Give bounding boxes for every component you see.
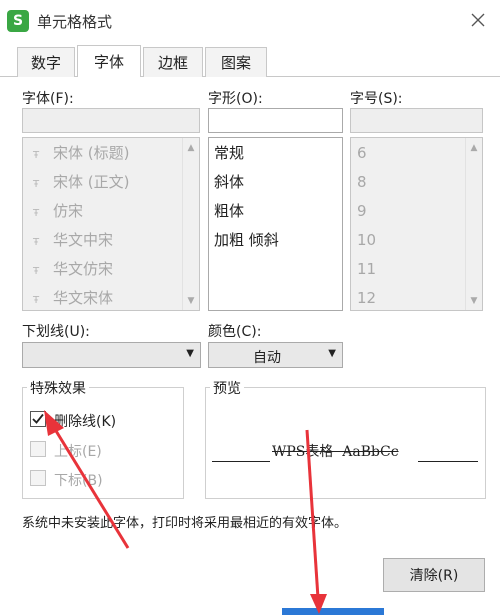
style-label: 字形(O): (208, 91, 263, 107)
wps-sheet-app-icon: S (7, 10, 29, 32)
clear-button[interactable]: 清除(R) (383, 558, 485, 592)
truetype-font-icon: Ŧ (32, 237, 40, 248)
truetype-font-icon: Ŧ (32, 208, 40, 219)
color-dropdown[interactable]: 自动 ▼ (208, 342, 343, 368)
truetype-font-icon: Ŧ (32, 150, 40, 161)
style-list-item[interactable]: 粗体 (214, 197, 244, 226)
dialog-title: 单元格格式 (37, 13, 113, 31)
font-list-item[interactable]: Ŧ 宋体 (正文) (29, 168, 130, 197)
strikethrough-label[interactable]: 删除线(K) (54, 411, 116, 431)
tab-number[interactable]: 数字 (17, 47, 75, 77)
underline-dropdown[interactable]: ▼ (22, 342, 201, 368)
dropdown-arrow-icon: ▼ (328, 348, 336, 359)
close-button[interactable] (464, 6, 492, 34)
font-list-item[interactable]: Ŧ 华文宋体 (29, 284, 113, 310)
superscript-checkbox[interactable] (30, 441, 46, 457)
style-list-item[interactable]: 斜体 (214, 168, 244, 197)
size-list-item[interactable]: 9 (357, 197, 367, 226)
preview-baseline-right (418, 461, 478, 462)
size-list[interactable]: 6 8 9 10 11 12 ▲ ▼ (350, 137, 483, 311)
subscript-checkbox[interactable] (30, 470, 46, 486)
color-label: 颜色(C): (208, 324, 262, 340)
color-value: 自动 (253, 350, 281, 366)
tab-border[interactable]: 边框 (143, 47, 203, 77)
size-list-item[interactable]: 11 (357, 255, 376, 284)
truetype-font-icon: Ŧ (32, 179, 40, 190)
scroll-up-icon[interactable]: ▲ (183, 139, 199, 156)
font-list-item[interactable]: Ŧ 华文仿宋 (29, 255, 113, 284)
font-list[interactable]: Ŧ 宋体 (标题) Ŧ 宋体 (正文) Ŧ 仿宋 Ŧ 华文中宋 Ŧ 华文仿宋 Ŧ 华文宋体 … (22, 137, 200, 311)
font-label: 字体(F): (22, 91, 74, 107)
close-icon (471, 13, 485, 27)
preview-group-title: 预览 (210, 378, 244, 398)
superscript-label[interactable]: 上标(E) (54, 441, 102, 461)
effects-group-title: 特殊效果 (27, 378, 89, 398)
style-list[interactable]: 常规 斜体 粗体 加粗 倾斜 (208, 137, 343, 311)
tab-pattern[interactable]: 图案 (205, 47, 267, 77)
size-input[interactable] (350, 108, 483, 133)
size-list-item[interactable]: 8 (357, 168, 367, 197)
truetype-font-icon: Ŧ (32, 266, 40, 277)
style-list-item[interactable]: 加粗 倾斜 (214, 226, 279, 255)
size-list-item[interactable]: 10 (357, 226, 376, 255)
font-not-installed-note: 系统中未安装此字体，打印时将采用最相近的有效字体。 (22, 516, 348, 531)
size-list-item[interactable]: 6 (357, 139, 367, 168)
scroll-down-icon[interactable]: ▼ (466, 292, 482, 309)
scroll-up-icon[interactable]: ▲ (466, 139, 482, 156)
underline-label: 下划线(U): (22, 324, 90, 340)
tab-font[interactable]: 字体 (77, 45, 141, 77)
style-list-item[interactable]: 常规 (214, 139, 244, 168)
scroll-down-icon[interactable]: ▼ (183, 292, 199, 309)
font-input[interactable] (22, 108, 200, 133)
size-label: 字号(S): (350, 91, 403, 107)
preview-baseline-left (212, 461, 270, 462)
dropdown-arrow-icon: ▼ (186, 348, 194, 359)
subscript-label[interactable]: 下标(B) (54, 470, 103, 490)
size-list-item[interactable]: 12 (357, 284, 376, 310)
strikethrough-checkbox[interactable] (30, 411, 46, 427)
checkmark-icon (32, 413, 44, 424)
effects-group (22, 387, 184, 499)
preview-sample-text: WPS表格 AaBbCc (272, 444, 399, 460)
ok-button-partial[interactable] (282, 608, 384, 615)
style-input[interactable] (208, 108, 343, 133)
font-list-item[interactable]: Ŧ 宋体 (标题) (29, 139, 130, 168)
font-list-item[interactable]: Ŧ 仿宋 (29, 197, 83, 226)
truetype-font-icon: Ŧ (32, 295, 40, 306)
font-list-scrollbar[interactable]: ▲ ▼ (182, 138, 199, 310)
size-list-scrollbar[interactable]: ▲ ▼ (465, 138, 482, 310)
font-list-item[interactable]: Ŧ 华文中宋 (29, 226, 113, 255)
